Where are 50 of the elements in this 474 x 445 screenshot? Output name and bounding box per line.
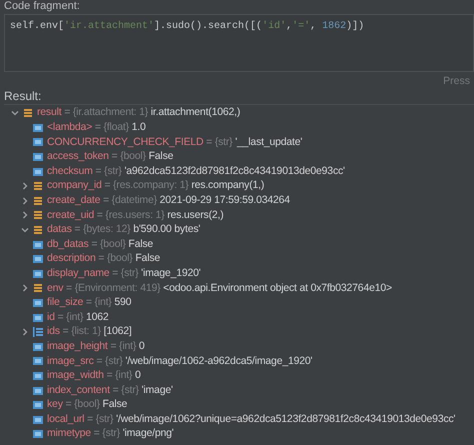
tree-item-text: local_url = {str} '/web/image/1062?unique=a962dca5123f2d87981f2c8c43419013de0e93cc' (47, 412, 456, 427)
tree-item-text: file_size = {int} 590 (47, 295, 132, 310)
tree-item-text: db_datas = {bool} False (47, 236, 154, 252)
tree-item-text: create_date = {datetime} 2021-09-29 17:59:59.034264 (47, 192, 290, 208)
tree-item-text: id = {int} 1062 (47, 310, 109, 325)
tree-item-text: create_uid = {res.users: 1} res.users(2,) (47, 208, 224, 223)
variable-icon (33, 152, 43, 162)
tree-item-text: index_content = {str} 'image' (47, 382, 173, 398)
tree-item-text: display_name = {str} 'image_1920' (47, 266, 201, 281)
tree-item-text: image_height = {int} 0 (47, 338, 144, 354)
variable-icon (33, 122, 43, 133)
variable-icon (33, 386, 43, 396)
tree-item-text: checksum = {str} 'a962dca5123f2d87981f2c8c43419013de0e93cc' (47, 164, 345, 179)
stack-icon (23, 108, 33, 118)
code-input[interactable]: self.env['ir.attachment'].sudo().search([('id','=', 1862)]) (4, 14, 474, 72)
variable-icon (33, 240, 43, 250)
variable-icon (33, 166, 43, 177)
section-label: Result: (4, 89, 42, 103)
tree-item-text: company_id = {res.company: 1} res.company(1,) (47, 178, 264, 194)
tree-item-text: result = {ir.attachment: 1} ir.attachment(1062,) (37, 105, 240, 120)
stack-icon (33, 196, 43, 206)
tree-item-text: description = {bool} False (47, 251, 160, 266)
variable-icon (33, 254, 43, 264)
stack-icon (33, 181, 43, 192)
stack-icon (33, 283, 43, 294)
variable-icon (33, 342, 43, 352)
variable-icon (33, 312, 43, 323)
tree-item-text: ids = {list: 1} [1062] (47, 324, 132, 340)
tree-item-text: mimetype = {str} 'image/png' (47, 426, 174, 442)
variable-icon (33, 137, 43, 148)
tree-item-text: datas = {bytes: 12} b'590.00 bytes' (47, 222, 200, 238)
variable-icon (33, 400, 43, 410)
list-icon (33, 327, 43, 338)
stack-icon (33, 225, 43, 236)
hint-text: Press (442, 75, 471, 87)
variable-icon (33, 298, 43, 308)
variable-icon (33, 356, 43, 366)
variable-icon (33, 429, 43, 440)
tree-item-text: <lambda> = {float} 1.0 (47, 120, 146, 136)
variable-icon (33, 370, 43, 381)
tree-item-text: access_token = {bool} False (47, 149, 174, 164)
field-label: Code fragment: (4, 0, 81, 12)
stack-icon (33, 210, 43, 220)
tree-item-text: image_src = {str} '/web/image/1062-a962dca5/image_1920' (47, 354, 312, 369)
variable-icon (33, 414, 43, 425)
tree-item-text: image_width = {int} 0 (47, 368, 141, 384)
variable-icon (33, 268, 43, 279)
tree-item-text: env = {Environment: 419} <odoo.api.Environment object at 0x7fb032764e10> (47, 280, 392, 296)
tree-item-text: key = {bool} False (47, 397, 128, 412)
tree-item-text: CONCURRENCY_CHECK_FIELD = {str} '__last_update' (47, 134, 302, 150)
